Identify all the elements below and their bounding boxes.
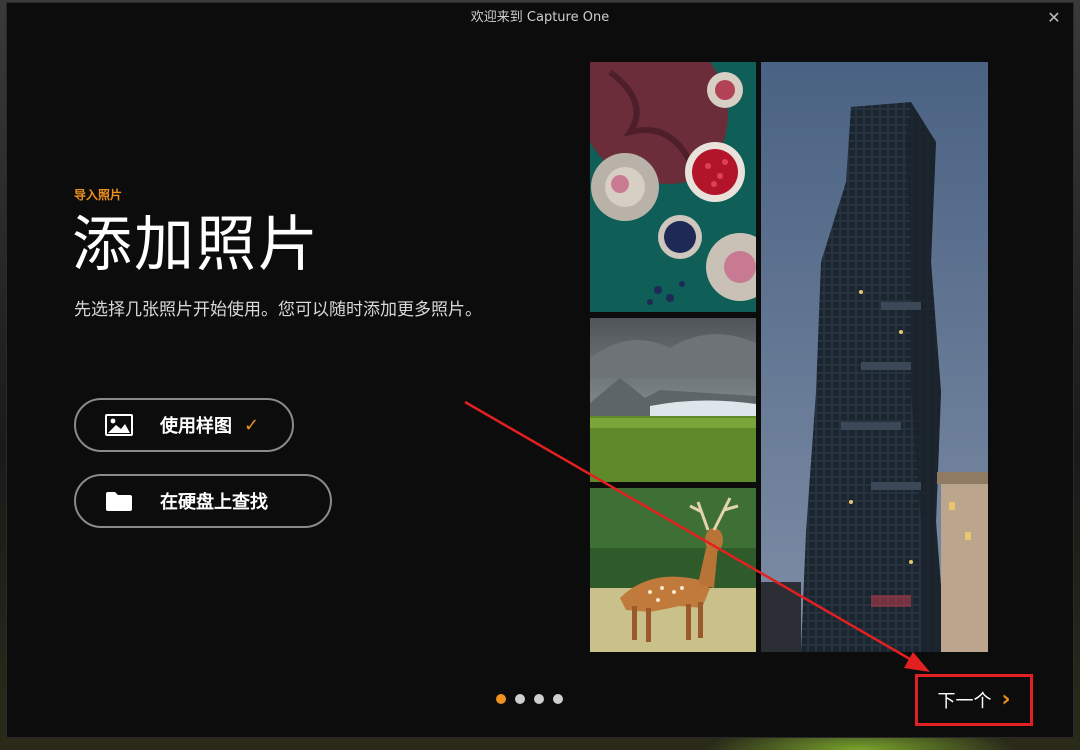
photo-collage xyxy=(590,62,988,652)
close-icon: ✕ xyxy=(1047,8,1061,27)
page-dot-4[interactable] xyxy=(553,694,563,704)
window-title: 欢迎来到 Capture One xyxy=(470,10,610,25)
deer-photo xyxy=(590,488,756,652)
folder-icon xyxy=(104,489,134,513)
glacier-landscape-photo xyxy=(590,318,756,482)
image-icon xyxy=(104,413,134,437)
use-sample-images-button[interactable]: 使用样图 ✓ xyxy=(74,398,294,452)
food-photo xyxy=(590,62,756,312)
close-button[interactable]: ✕ xyxy=(1043,7,1065,29)
skyscraper-photo xyxy=(761,62,988,652)
next-button[interactable]: 下一个 › xyxy=(915,674,1033,726)
page-dot-2[interactable] xyxy=(515,694,525,704)
browse-disk-button[interactable]: 在硬盘上查找 xyxy=(74,474,332,528)
page-description: 先选择几张照片开始使用。您可以随时添加更多照片。 xyxy=(74,300,482,320)
page-title: 添加照片 xyxy=(72,210,320,280)
chevron-right-icon: › xyxy=(1001,686,1011,712)
next-button-label: 下一个 xyxy=(937,691,992,712)
page-dot-1[interactable] xyxy=(496,694,506,704)
use-sample-images-label: 使用样图 xyxy=(160,416,232,437)
checkmark-icon: ✓ xyxy=(244,414,260,436)
section-eyebrow: 导入照片 xyxy=(74,188,123,202)
page-dot-3[interactable] xyxy=(534,694,544,704)
browse-disk-label: 在硬盘上查找 xyxy=(160,492,268,513)
page-indicator xyxy=(496,694,563,704)
